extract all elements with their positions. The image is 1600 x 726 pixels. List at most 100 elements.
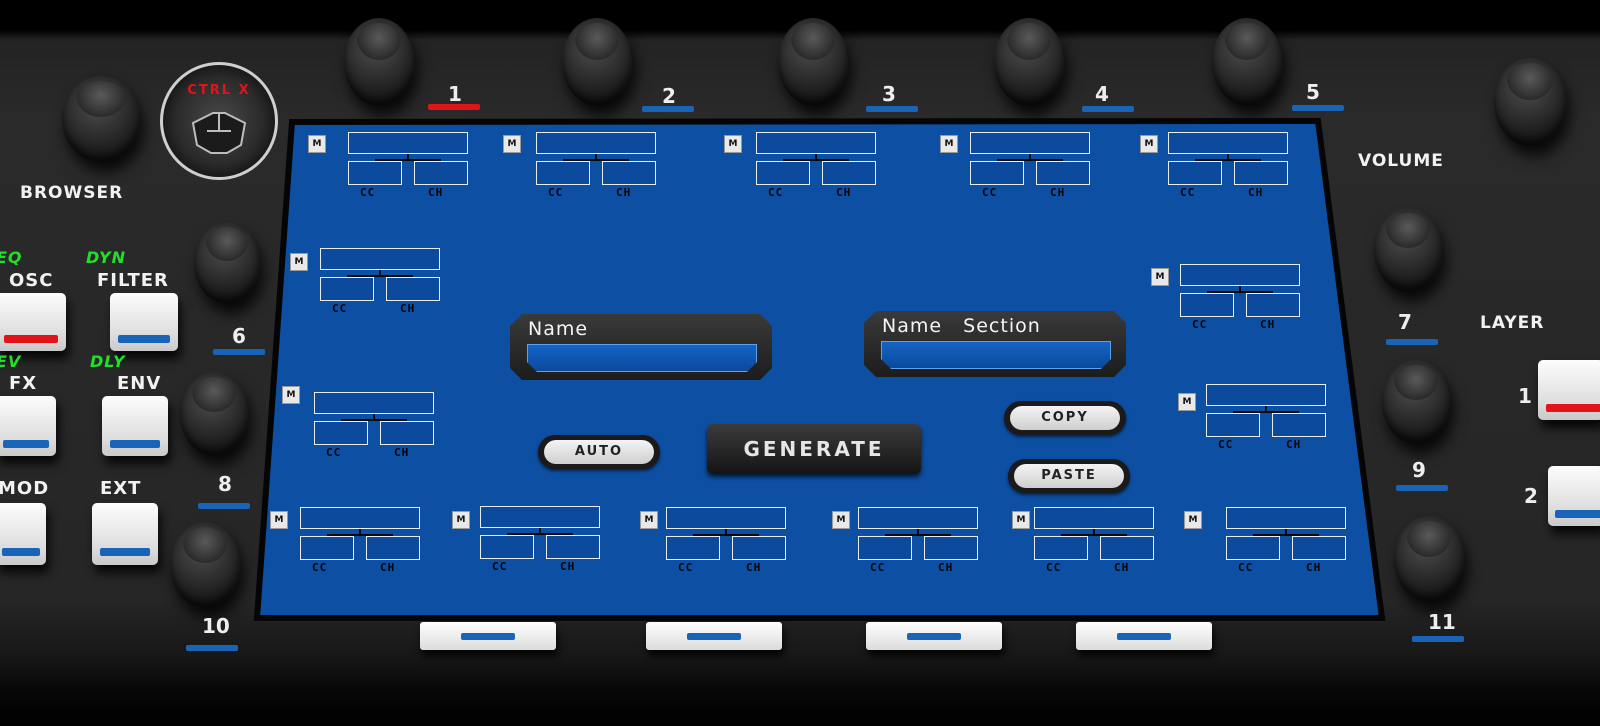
cc-field[interactable] [1206, 413, 1260, 437]
cc-field[interactable] [348, 161, 402, 185]
m-button[interactable]: M [1184, 511, 1202, 529]
cc-field[interactable] [666, 536, 720, 560]
control-name-field[interactable] [480, 506, 600, 528]
control-name-field[interactable] [536, 132, 656, 154]
ch-field[interactable] [1292, 536, 1346, 560]
fx-button[interactable] [0, 396, 56, 456]
name-section-input[interactable] [881, 341, 1111, 369]
control-name-field[interactable] [1034, 507, 1154, 529]
ch-field[interactable] [1234, 161, 1288, 185]
ch-field[interactable] [1272, 413, 1326, 437]
m-button[interactable]: M [724, 135, 742, 153]
bottom-pad-2[interactable] [646, 622, 782, 650]
m-button[interactable]: M [290, 253, 308, 271]
bottom-pad-1-indicator [460, 633, 516, 640]
ch-field[interactable] [386, 277, 440, 301]
knob-3[interactable] [778, 18, 848, 106]
m-button[interactable]: M [503, 135, 521, 153]
knob-9[interactable] [1382, 360, 1450, 444]
control-name-field[interactable] [666, 507, 786, 529]
env-button[interactable] [102, 396, 168, 456]
control-name-field[interactable] [1180, 264, 1300, 286]
m-button[interactable]: M [832, 511, 850, 529]
ch-field[interactable] [366, 536, 420, 560]
knob-5[interactable] [1212, 18, 1282, 106]
bottom-pad-2-indicator [686, 633, 742, 640]
control-name-field[interactable] [970, 132, 1090, 154]
name-input[interactable] [527, 344, 757, 372]
control-name-field[interactable] [314, 392, 434, 414]
layer-2-button[interactable] [1548, 466, 1600, 526]
cc-field[interactable] [1226, 536, 1280, 560]
control-name-field[interactable] [858, 507, 978, 529]
knob-9-number: 9 [1412, 458, 1426, 482]
m-button[interactable]: M [308, 135, 326, 153]
m-button[interactable]: M [1178, 393, 1196, 411]
knob-10[interactable] [170, 522, 240, 608]
control-name-field[interactable] [1226, 507, 1346, 529]
layer-1-button[interactable] [1538, 360, 1600, 420]
controller-device: CTRL X BROWSER VOLUME LAYER EQ OSC DYN F… [0, 0, 1600, 726]
knob-6[interactable] [194, 222, 260, 304]
generate-button[interactable]: GENERATE [707, 424, 921, 474]
control-name-field[interactable] [348, 132, 468, 154]
cc-field[interactable] [756, 161, 810, 185]
osc-button[interactable] [0, 293, 66, 351]
knob-5-indicator [1292, 105, 1344, 111]
mod-button[interactable] [0, 503, 46, 565]
control-name-field[interactable] [300, 507, 420, 529]
m-button[interactable]: M [1151, 268, 1169, 286]
ch-field[interactable] [380, 421, 434, 445]
knob-11[interactable] [1394, 516, 1464, 602]
ch-field[interactable] [414, 161, 468, 185]
ch-field[interactable] [1100, 536, 1154, 560]
cc-field[interactable] [858, 536, 912, 560]
cc-field[interactable] [970, 161, 1024, 185]
m-button[interactable]: M [1012, 511, 1030, 529]
paste-button[interactable]: PASTE [1008, 459, 1130, 493]
ch-field[interactable] [546, 535, 600, 559]
m-button[interactable]: M [282, 386, 300, 404]
bottom-pad-4[interactable] [1076, 622, 1212, 650]
m-button[interactable]: M [1140, 135, 1158, 153]
control-name-field[interactable] [756, 132, 876, 154]
ch-field[interactable] [1246, 293, 1300, 317]
filter-button[interactable] [110, 293, 178, 351]
auto-button[interactable]: AUTO [538, 435, 660, 469]
knob-4[interactable] [994, 18, 1064, 106]
ch-label: CH [1248, 186, 1264, 199]
knob-1[interactable] [344, 18, 414, 106]
m-button[interactable]: M [452, 511, 470, 529]
knob-7[interactable] [1374, 208, 1442, 292]
layer-2-indicator [1554, 509, 1600, 518]
ev-label: EV [0, 352, 22, 371]
ch-field[interactable] [1036, 161, 1090, 185]
control-name-field[interactable] [320, 248, 440, 270]
cc-field[interactable] [1180, 293, 1234, 317]
cc-field[interactable] [1168, 161, 1222, 185]
control-name-field[interactable] [1168, 132, 1288, 154]
cc-field[interactable] [314, 421, 368, 445]
volume-knob[interactable] [1494, 58, 1566, 146]
m-button[interactable]: M [940, 135, 958, 153]
browser-knob[interactable] [62, 76, 140, 162]
knob-2[interactable] [562, 18, 632, 106]
cc-field[interactable] [480, 535, 534, 559]
bottom-pad-3[interactable] [866, 622, 1002, 650]
control-name-field[interactable] [1206, 384, 1326, 406]
m-button[interactable]: M [640, 511, 658, 529]
knob-8-indicator [198, 503, 250, 509]
knob-8[interactable] [180, 372, 248, 456]
ch-field[interactable] [602, 161, 656, 185]
bottom-pad-1[interactable] [420, 622, 556, 650]
ext-button[interactable] [92, 503, 158, 565]
cc-field[interactable] [536, 161, 590, 185]
cc-field[interactable] [300, 536, 354, 560]
cc-field[interactable] [320, 277, 374, 301]
copy-button[interactable]: COPY [1004, 401, 1126, 435]
m-button[interactable]: M [270, 511, 288, 529]
ch-field[interactable] [822, 161, 876, 185]
cc-field[interactable] [1034, 536, 1088, 560]
ch-field[interactable] [732, 536, 786, 560]
ch-field[interactable] [924, 536, 978, 560]
